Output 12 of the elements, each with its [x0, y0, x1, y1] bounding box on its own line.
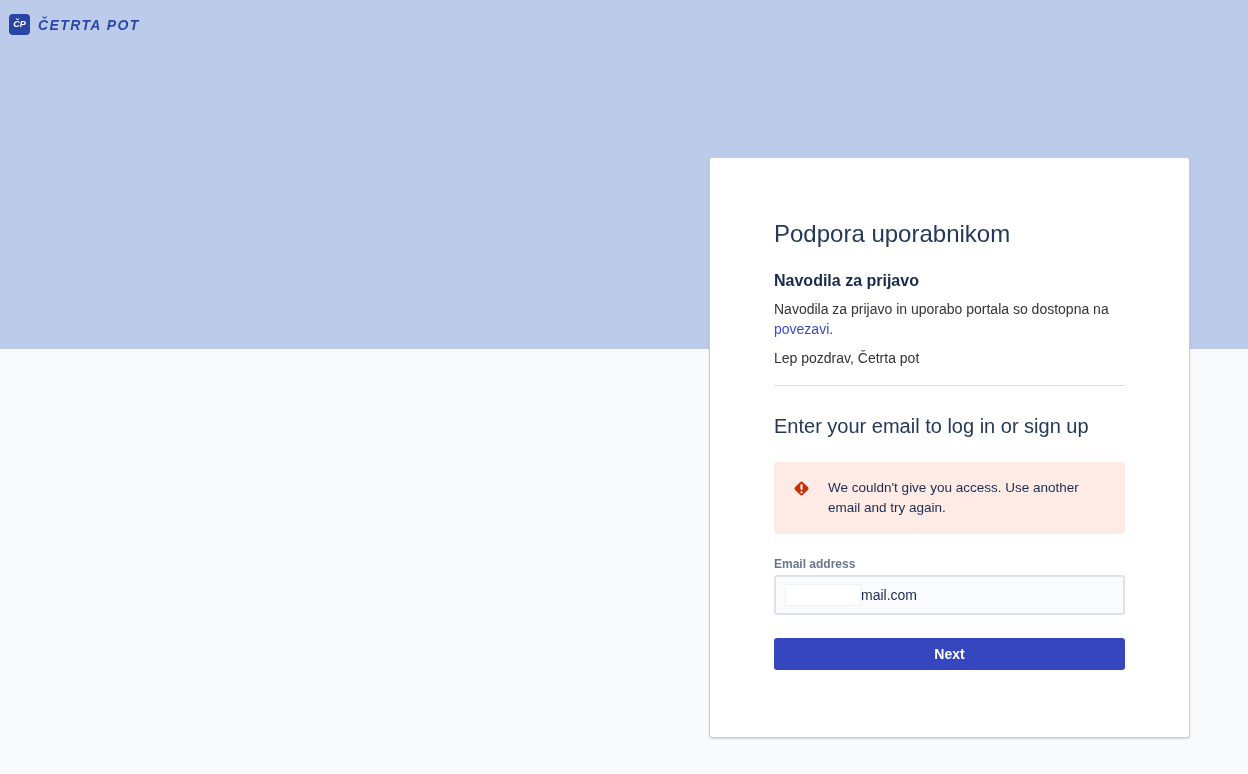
email-field[interactable]: mail.com	[774, 575, 1125, 615]
email-value: mail.com	[861, 585, 917, 605]
next-button[interactable]: Next	[774, 638, 1125, 670]
error-message: We couldn't give you access. Use another email and try again.	[828, 479, 1080, 517]
logo-wordmark: ČETRTA POT	[38, 17, 140, 32]
login-heading: Enter your email to log in or sign up	[774, 414, 1090, 438]
card-title: Podpora uporabnikom	[774, 220, 1012, 248]
notice-text: Navodila za prijavo in uporabo portala so dostopna na povezavi.	[774, 300, 1110, 339]
email-label: Email address	[774, 556, 857, 572]
notice-heading: Navodila za prijavo	[774, 271, 920, 291]
signature-text: Lep pozdrav, Četrta pot	[774, 349, 921, 368]
logo-mark: ČP	[9, 14, 30, 35]
